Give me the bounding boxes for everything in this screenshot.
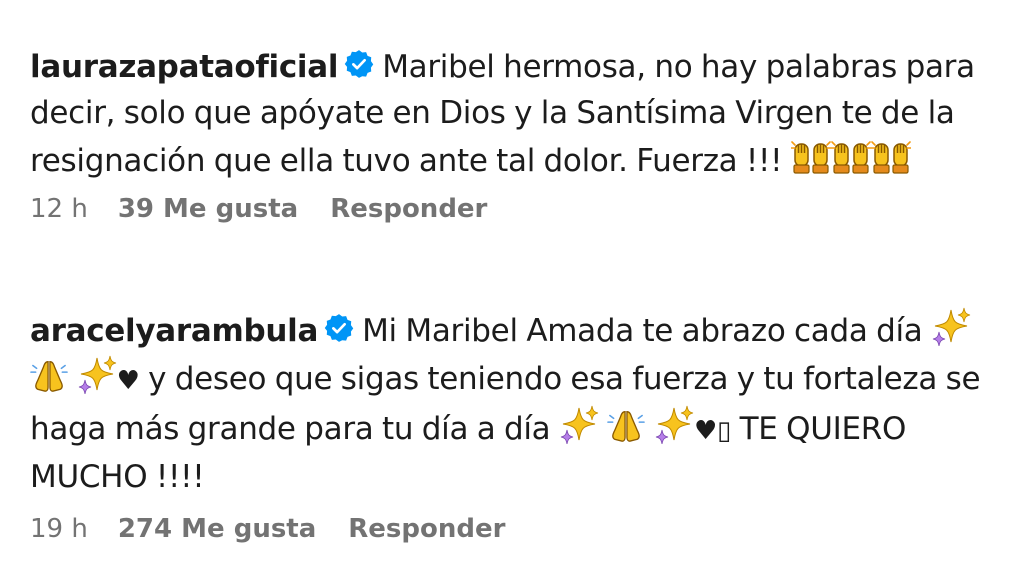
sparkles-icon — [654, 404, 694, 444]
comment-text: laurazapataoficial Maribel hermosa, no ha… — [30, 44, 990, 184]
likes-count-link[interactable]: 274 Me gusta — [118, 514, 316, 544]
folded-hands-icon — [607, 406, 645, 444]
comment-item: laurazapataoficial Maribel hermosa, no ha… — [30, 44, 990, 224]
raising-hands-icon — [871, 136, 911, 176]
comment-meta: 19 h 274 Me gusta Responder — [30, 514, 990, 544]
comment-meta: 12 h 39 Me gusta Responder — [30, 194, 990, 224]
comment-timestamp: 12 h — [30, 194, 88, 224]
raising-hands-icon — [791, 136, 831, 176]
folded-hands-icon — [30, 356, 68, 394]
raising-hands-icon — [831, 136, 871, 176]
comment-text: aracelyarambula Mi Maribel Amada te abraz… — [30, 306, 990, 500]
verified-badge-icon — [324, 313, 354, 343]
comment-username[interactable]: aracelyarambula — [30, 313, 318, 349]
sparkles-icon — [559, 404, 599, 444]
reply-button[interactable]: Responder — [348, 514, 505, 544]
comment-item: aracelyarambula Mi Maribel Amada te abraz… — [30, 306, 990, 544]
comment-username[interactable]: laurazapataoficial — [30, 49, 339, 85]
heart-icon: ♥ — [116, 366, 140, 396]
sparkles-icon — [931, 306, 971, 346]
sparkles-icon — [77, 354, 117, 394]
likes-count-link[interactable]: 39 Me gusta — [118, 194, 298, 224]
verified-badge-icon — [344, 49, 374, 79]
comment-timestamp: 19 h — [30, 514, 88, 544]
heart-icon: ♥▯ — [694, 416, 732, 446]
comment-body-part1: Mi Maribel Amada te abrazo cada día — [362, 313, 923, 349]
reply-button[interactable]: Responder — [330, 194, 487, 224]
